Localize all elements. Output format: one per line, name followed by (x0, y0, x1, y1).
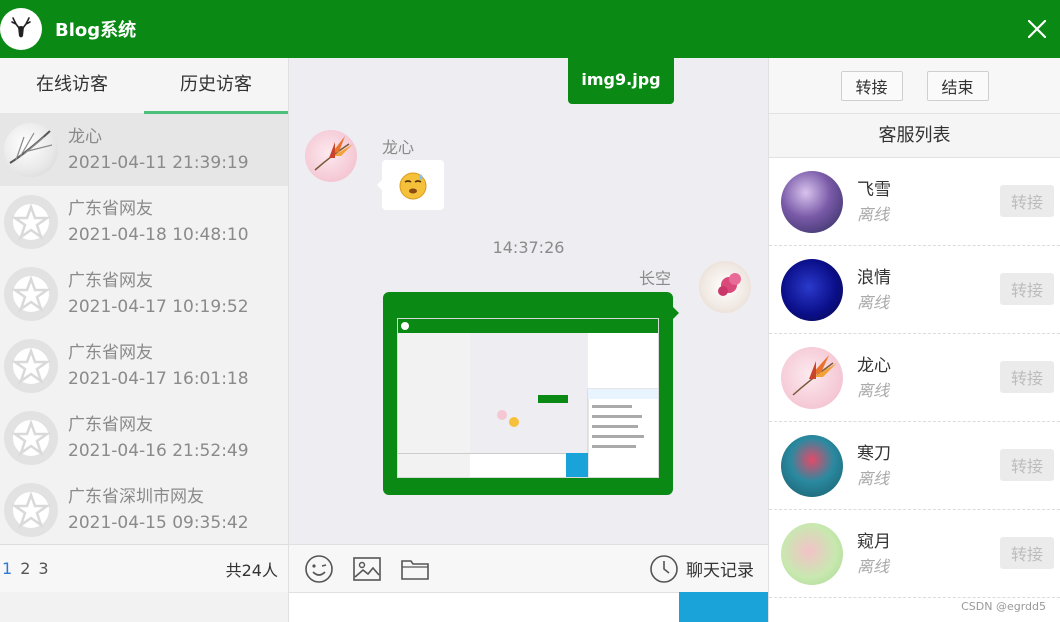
sender-avatar (699, 261, 751, 313)
service-avatar (781, 434, 843, 497)
visitor-name: 广东省网友 (68, 415, 153, 435)
service-list: 飞雪 离线 转接 浪情 离线 转接 龙心 离线 转接 寒刀 离线 转接 窥月 离… (769, 158, 1060, 622)
visitor-time: 2021-04-15 09:35:42 (68, 513, 249, 533)
chat-history-label: 聊天记录 (686, 561, 754, 581)
visitor-item[interactable]: 广东省网友 2021-04-17 10:19:52 (0, 258, 288, 330)
tab-online-visitors[interactable]: 在线访客 (0, 58, 144, 113)
service-status: 离线 (857, 204, 890, 224)
service-transfer-button[interactable]: 转接 (1000, 361, 1054, 393)
visitor-item[interactable]: 广东省深圳市网友 2021-04-15 09:35:42 (0, 474, 288, 544)
guest-avatar-icon (4, 267, 58, 321)
sender-name: 龙心 (382, 138, 415, 157)
visitor-time: 2021-04-16 21:52:49 (68, 441, 249, 461)
guest-avatar-icon (4, 411, 58, 465)
service-avatar (781, 258, 843, 321)
visitor-item[interactable]: 龙心 2021-04-11 21:39:19 (0, 114, 288, 186)
image-message-bubble[interactable] (383, 292, 679, 495)
folder-icon[interactable] (397, 551, 433, 587)
session-actions: 转接 结束 (769, 58, 1060, 114)
visitor-name: 广东省网友 (68, 271, 153, 291)
visitor-time: 2021-04-11 21:39:19 (68, 153, 249, 173)
image-icon[interactable] (349, 551, 385, 587)
service-transfer-button[interactable]: 转接 (1000, 273, 1054, 305)
service-item[interactable]: 龙心 离线 转接 (769, 334, 1060, 422)
service-status: 离线 (857, 292, 890, 312)
visitor-time: 2021-04-17 16:01:18 (68, 369, 249, 389)
message-bubble (377, 160, 444, 210)
sweat-emoji-icon (399, 172, 427, 200)
visitor-list: 龙心 2021-04-11 21:39:19 广东省网友 2021-04-18 … (0, 114, 288, 544)
service-transfer-button[interactable]: 转接 (1000, 185, 1054, 217)
visitor-name: 龙心 (68, 127, 102, 147)
page-link-2[interactable]: 2 (20, 559, 30, 578)
service-item[interactable]: 寒刀 离线 转接 (769, 422, 1060, 510)
service-transfer-button[interactable]: 转接 (1000, 449, 1054, 481)
service-name: 龙心 (857, 355, 891, 376)
guest-avatar-icon (4, 483, 58, 537)
guest-avatar-icon (4, 195, 58, 249)
emoji-icon[interactable] (301, 551, 337, 587)
sender-avatar (305, 130, 357, 182)
visitor-time: 2021-04-17 10:19:52 (68, 297, 249, 317)
visitor-name: 广东省网友 (68, 199, 153, 219)
chat-area: img9.jpg 龙心 14:37:26 长空 (289, 58, 768, 544)
send-button[interactable] (679, 592, 768, 622)
chat-toolbar: 聊天记录 (289, 544, 768, 592)
clock-icon (650, 554, 678, 583)
end-button[interactable]: 结束 (926, 70, 989, 101)
guest-avatar-icon (4, 339, 58, 393)
visitor-name: 广东省网友 (68, 343, 153, 363)
visitor-item[interactable]: 广东省网友 2021-04-17 16:01:18 (0, 330, 288, 402)
visitor-panel: 在线访客 历史访客 龙心 2021-04-11 21:39:19 广东省网友 2… (0, 58, 289, 622)
file-tag[interactable]: img9.jpg (568, 58, 674, 104)
service-avatar (781, 346, 843, 409)
service-name: 飞雪 (857, 179, 891, 200)
visitor-item[interactable]: 广东省网友 2021-04-16 21:52:49 (0, 402, 288, 474)
feather-avatar (4, 123, 58, 177)
service-status: 离线 (857, 380, 890, 400)
transfer-button[interactable]: 转接 (840, 70, 903, 101)
service-item[interactable]: 浪情 离线 转接 (769, 246, 1060, 334)
service-panel: 转接 结束 客服列表 飞雪 离线 转接 浪情 离线 转接 龙心 离线 转接 寒刀… (768, 58, 1060, 622)
title-bar: Blog系统 (0, 0, 1060, 58)
screenshot-thumbnail[interactable] (397, 318, 659, 478)
page-link-3[interactable]: 3 (38, 559, 48, 578)
watermark: CSDN @egrdd5 (961, 600, 1046, 613)
service-avatar (781, 170, 843, 233)
service-transfer-button[interactable]: 转接 (1000, 537, 1054, 569)
service-item[interactable]: 飞雪 离线 转接 (769, 158, 1060, 246)
message-timestamp: 14:37:26 (492, 238, 565, 257)
service-name: 窥月 (857, 531, 891, 552)
pagination: 1 2 3 共24人 (0, 544, 288, 592)
service-status: 离线 (857, 556, 890, 576)
sender-name: 长空 (639, 269, 672, 288)
tab-history-visitors[interactable]: 历史访客 (144, 58, 288, 114)
service-list-title: 客服列表 (769, 114, 1060, 158)
service-name: 浪情 (857, 267, 891, 288)
service-avatar (781, 522, 843, 585)
visitor-time: 2021-04-18 10:48:10 (68, 225, 249, 245)
deer-logo-icon (0, 8, 42, 50)
close-button[interactable] (1022, 14, 1052, 44)
visitor-item[interactable]: 广东省网友 2021-04-18 10:48:10 (0, 186, 288, 258)
visitor-total: 共24人 (225, 560, 278, 580)
visitor-tabs: 在线访客 历史访客 (0, 58, 288, 114)
page-link-1[interactable]: 1 (2, 559, 12, 578)
visitor-name: 广东省深圳市网友 (68, 487, 204, 507)
service-name: 寒刀 (857, 443, 891, 464)
app-title: Blog系统 (55, 20, 137, 41)
service-status: 离线 (857, 468, 890, 488)
message-input[interactable] (289, 592, 679, 622)
service-item[interactable]: 窥月 离线 转接 (769, 510, 1060, 598)
close-icon (1027, 19, 1047, 39)
chat-history-button[interactable]: 聊天记录 (648, 553, 754, 585)
